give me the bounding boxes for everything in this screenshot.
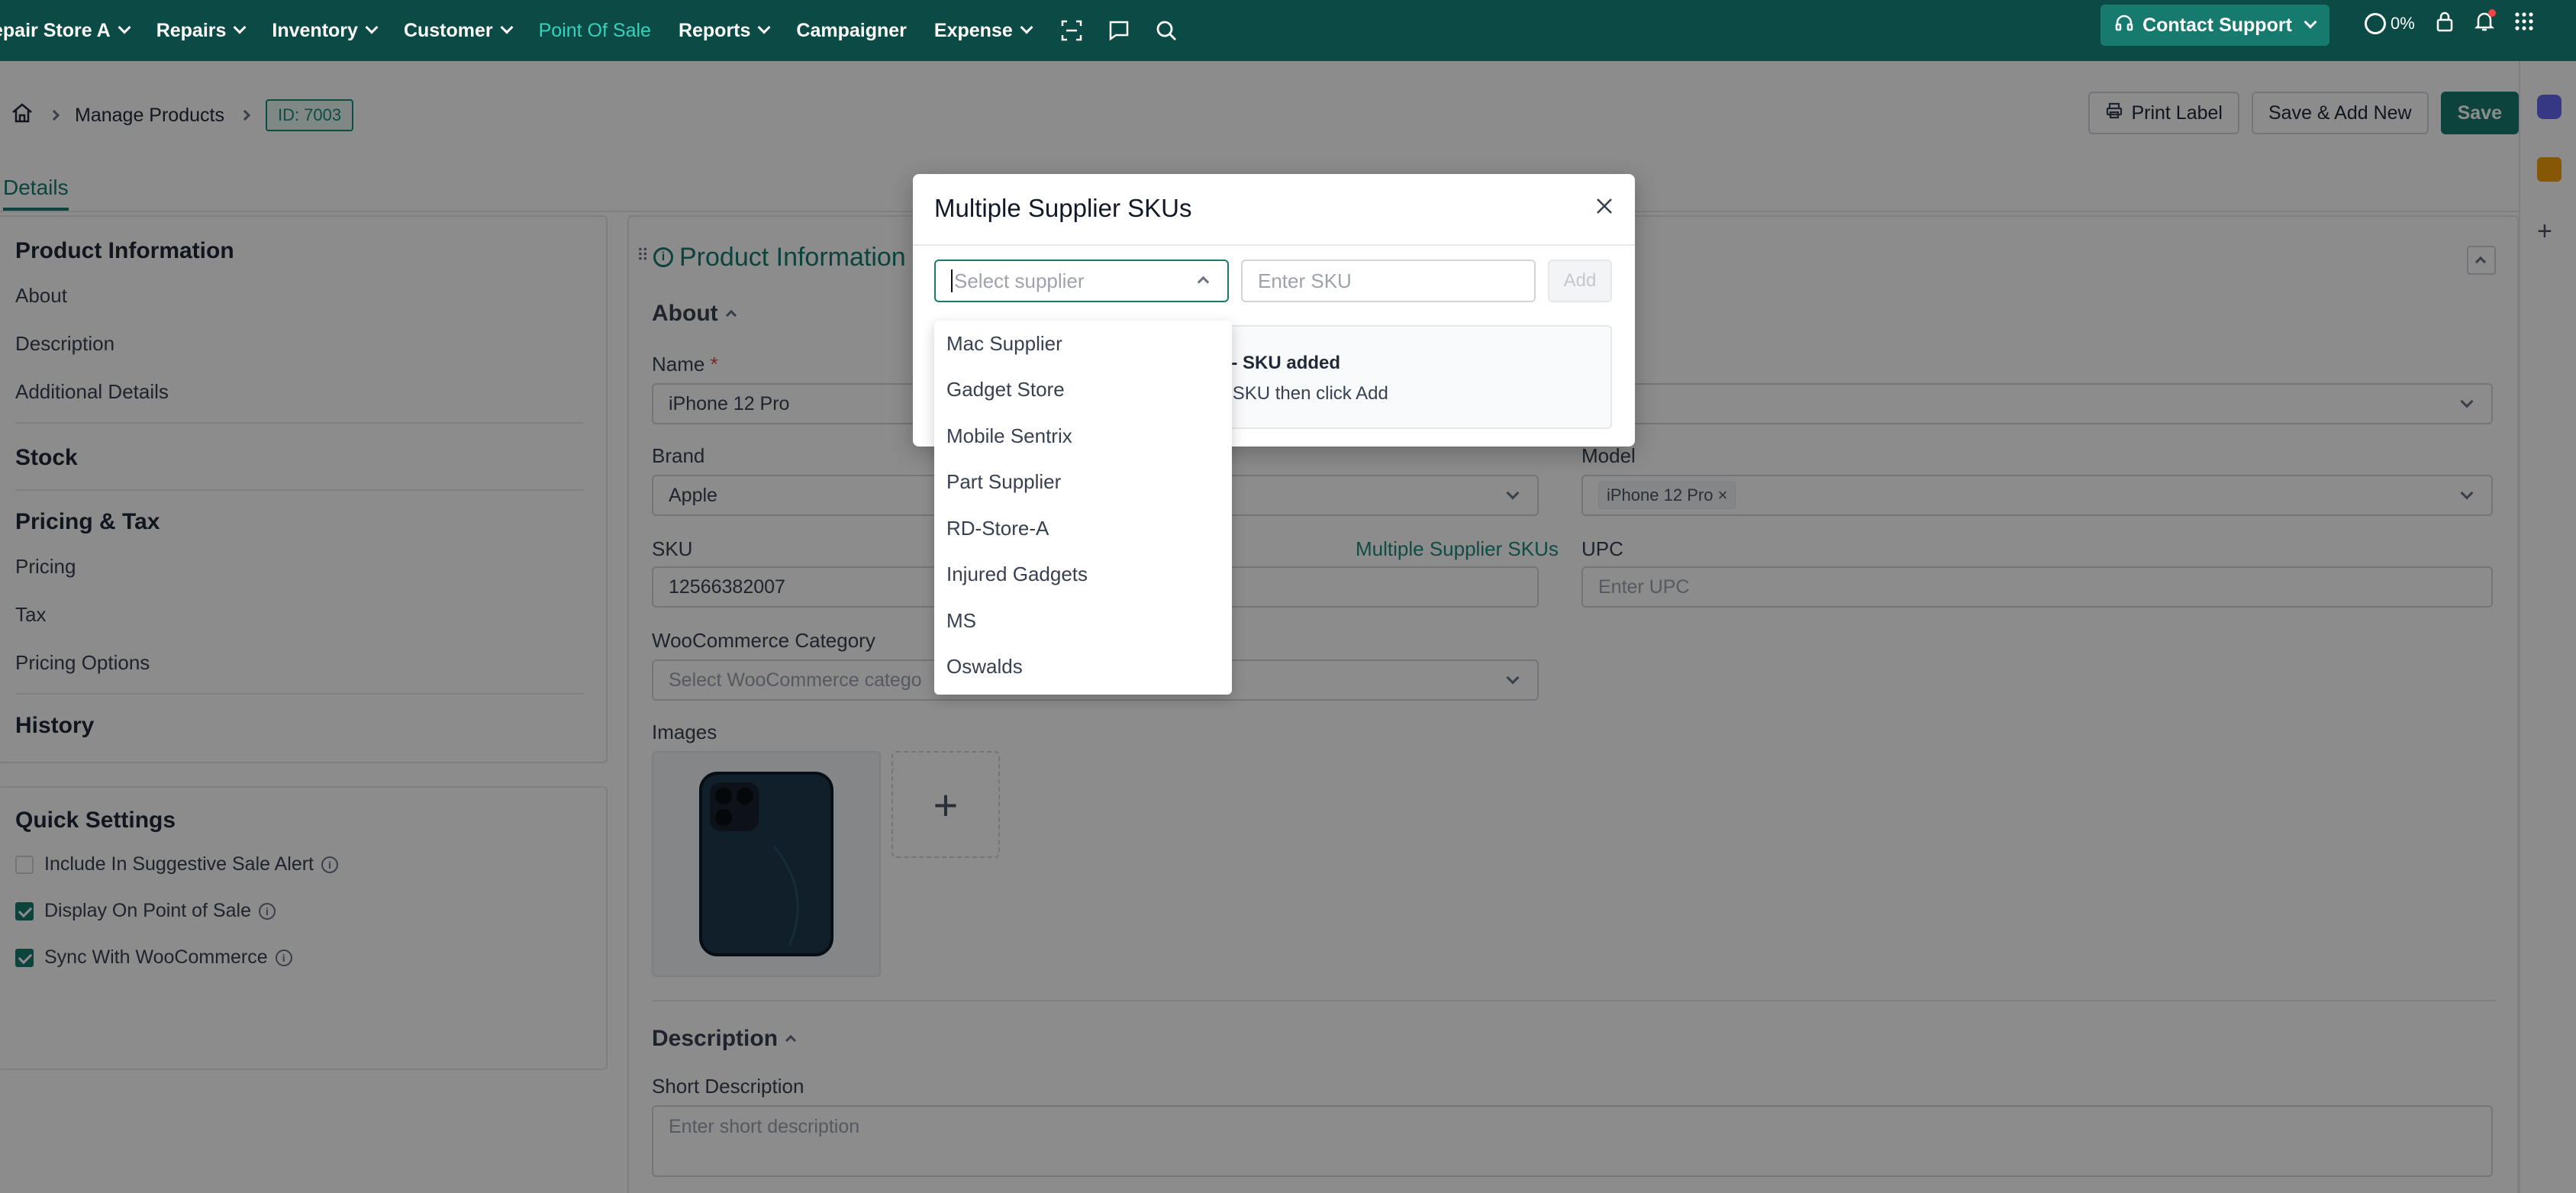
supplier-option[interactable]: Oswalds: [934, 644, 1232, 691]
headset-icon: [2115, 14, 2133, 37]
chevron-down-icon: [233, 21, 247, 34]
nav-point-of-sale[interactable]: Point Of Sale: [539, 20, 651, 42]
add-label: Add: [1563, 270, 1597, 291]
progress-value: 0%: [2391, 14, 2415, 33]
chevron-down-icon: [118, 21, 131, 34]
supplier-dropdown: Mac Supplier Gadget Store Mobile Sentrix…: [934, 321, 1232, 695]
search-icon[interactable]: [1153, 18, 1179, 44]
chevron-down-icon: [1020, 21, 1033, 34]
nav-reports-label: Reports: [678, 19, 751, 41]
nav-customer-label: Customer: [403, 19, 493, 41]
nav-pos-label: Point Of Sale: [538, 19, 651, 41]
supplier-option[interactable]: Mac Supplier: [934, 321, 1232, 367]
nav-reports[interactable]: Reports: [678, 19, 771, 42]
supplier-option[interactable]: RD-Store-A: [934, 505, 1232, 552]
nav-inventory-label: Inventory: [272, 19, 358, 41]
contact-support-button[interactable]: Contact Support: [2100, 5, 2329, 46]
store-name: epair Store A: [0, 19, 111, 41]
modal-divider: [913, 244, 1635, 246]
nav-customer[interactable]: Customer: [403, 19, 514, 42]
supplier-select[interactable]: Select supplier: [934, 260, 1229, 302]
chevron-down-icon: [365, 21, 379, 34]
supplier-placeholder: Select supplier: [954, 269, 1085, 292]
nav-expense-label: Expense: [933, 19, 1013, 41]
nav-repairs-label: Repairs: [156, 19, 227, 41]
nav-campaigner-label: Campaigner: [796, 19, 907, 41]
add-button[interactable]: Add: [1548, 260, 1612, 302]
contact-support-label: Contact Support: [2142, 14, 2292, 36]
header-utilities: 0%: [2365, 9, 2534, 37]
supplier-option[interactable]: Gadget Store: [934, 367, 1232, 414]
bell-icon[interactable]: [2474, 9, 2496, 37]
nav-campaigner[interactable]: Campaigner: [796, 20, 906, 42]
nav-expense[interactable]: Expense: [933, 19, 1033, 42]
chevron-down-icon: [500, 21, 514, 34]
progress-ring-icon: [2365, 13, 2386, 34]
chevron-down-icon: [2304, 15, 2317, 29]
sku-placeholder: Enter SKU: [1258, 269, 1352, 292]
chevron-up-icon: [1197, 276, 1210, 289]
modal-title: Multiple Supplier SKUs: [934, 194, 1192, 222]
progress-indicator[interactable]: 0%: [2365, 13, 2415, 34]
supplier-option[interactable]: MS: [934, 598, 1232, 644]
scan-icon[interactable]: [1059, 18, 1085, 44]
supplier-option[interactable]: Part Supplier: [934, 459, 1232, 506]
supplier-option[interactable]: Mobile Sentrix: [934, 413, 1232, 459]
top-navbar: epair Store A Repairs Inventory Customer…: [0, 0, 2576, 61]
supplier-option[interactable]: Injured Gadgets: [934, 552, 1232, 598]
chat-icon[interactable]: [1106, 18, 1132, 44]
close-icon[interactable]: [1592, 194, 1617, 218]
nav-repairs[interactable]: Repairs: [156, 19, 247, 42]
store-selector[interactable]: epair Store A: [0, 19, 131, 42]
text-caret: [951, 269, 953, 292]
chevron-down-icon: [757, 21, 771, 34]
nav-inventory[interactable]: Inventory: [272, 19, 379, 42]
lock-icon[interactable]: [2435, 11, 2455, 37]
sku-entry-input[interactable]: Enter SKU: [1241, 260, 1536, 302]
notification-dot: [2487, 9, 2496, 17]
apps-grid-icon[interactable]: [2514, 11, 2534, 36]
